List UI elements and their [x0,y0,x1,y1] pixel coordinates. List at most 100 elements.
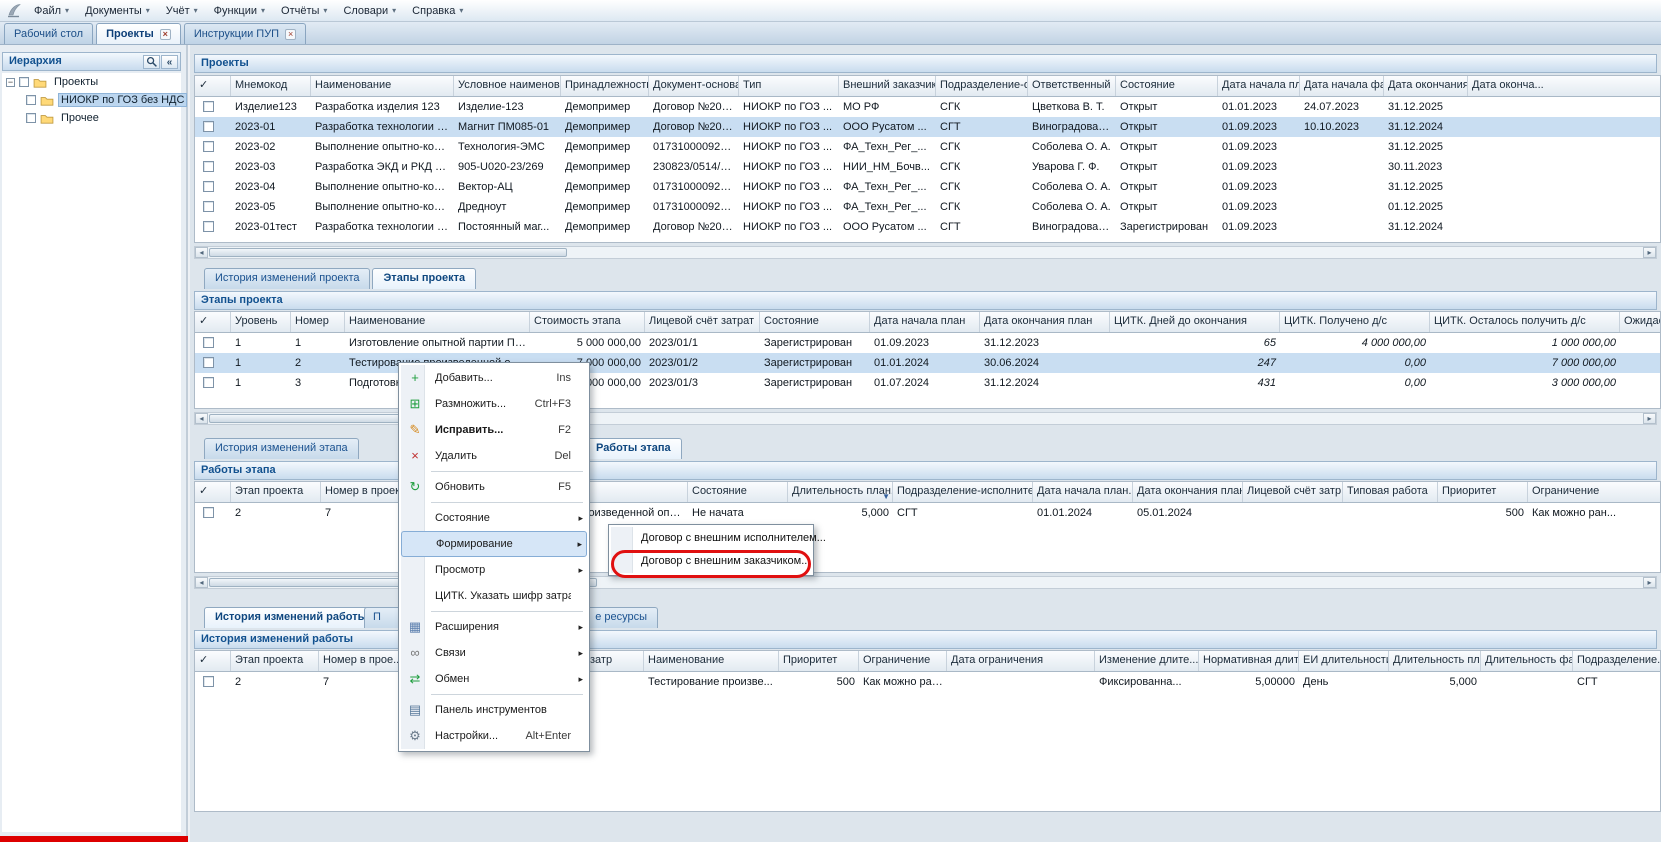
context-menu-item[interactable]: ∞Связи▸ [401,640,587,666]
column-header[interactable]: Состояние [1116,76,1218,96]
context-menu-item[interactable]: ▦Расширения▸ [401,614,587,640]
column-header[interactable]: Уровень [231,312,291,332]
context-menu-item[interactable]: +Добавить...Ins [401,365,587,391]
column-header[interactable]: Этап проекта [231,482,321,502]
scroll-left-button[interactable]: ◂ [195,577,208,588]
column-header[interactable]: Приоритет [779,651,859,671]
row-checkbox[interactable] [203,337,214,348]
context-menu-item[interactable]: Состояние▸ [401,505,587,531]
tab-work-change-history[interactable]: История изменений работы [204,607,378,628]
column-header[interactable]: Ограничение [1528,482,1661,502]
scroll-right-button[interactable]: ▸ [1643,413,1656,424]
context-menu-item[interactable]: ↻ОбновитьF5 [401,474,587,500]
row-checkbox[interactable] [203,377,214,388]
table-row[interactable]: 2023-01тестРазработка технологии и...Пос… [195,217,1660,237]
tree-node-niokr-goz[interactable]: НИОКР по ГОЗ без НДС [2,91,181,109]
column-header[interactable]: Номер [291,312,345,332]
row-checkbox[interactable] [203,141,214,152]
row-checkbox[interactable] [203,161,214,172]
column-header[interactable]: Стоимость этапа [530,312,645,332]
context-menu-item[interactable]: ▤Панель инструментов [401,697,587,723]
tree-node-projects[interactable]: − Проекты [2,73,181,91]
column-header[interactable]: Условное наименова... [454,76,561,96]
table-row[interactable]: 2023-04Выполнение опытно-конс...Вектор-А… [195,177,1660,197]
scroll-left-button[interactable]: ◂ [195,413,208,424]
column-header[interactable]: Ограничение [859,651,947,671]
menu-reports[interactable]: Отчёты▾ [273,0,335,22]
column-header[interactable]: Лицевой счёт затрат [645,312,760,332]
column-header[interactable]: Лицевой счёт затр... [1243,482,1343,502]
context-menu-item[interactable]: ✎Исправить...F2 [401,417,587,443]
menu-dictionaries[interactable]: Словари▾ [335,0,404,22]
row-checkbox[interactable] [203,101,214,112]
row-checkbox[interactable] [203,221,214,232]
column-header[interactable]: Документ-основан... [649,76,739,96]
row-checkbox[interactable] [203,121,214,132]
column-header[interactable]: ✓ [195,651,231,671]
scroll-left-button[interactable]: ◂ [195,247,208,258]
context-menu-item[interactable]: ×УдалитьDel [401,443,587,469]
tab-projects[interactable]: Проекты× [96,23,181,44]
column-header[interactable]: Наименование [345,312,530,332]
column-header[interactable]: Дата начала факт. [1300,76,1384,96]
column-header[interactable]: Дата начала план. [1218,76,1300,96]
column-header[interactable]: Номер в прое... [319,651,403,671]
column-header[interactable]: Мнемокод [231,76,311,96]
column-header[interactable]: Длительность пла... [1389,651,1481,671]
column-header[interactable]: Дата окончания план [1133,482,1243,502]
tree-checkbox[interactable] [19,77,29,87]
row-checkbox[interactable] [203,676,214,687]
tab-project-change-history[interactable]: История изменений проекта [204,268,370,289]
column-header[interactable]: ✓ [195,482,231,502]
table-row[interactable]: 2023-03Разработка ЭКД и РКД н...905-U020… [195,157,1660,177]
column-header[interactable]: Принадлежность [561,76,649,96]
scrollbar-thumb[interactable] [209,248,567,257]
column-header[interactable]: Приоритет [1438,482,1528,502]
column-header[interactable]: Подразделение... [1573,651,1661,671]
context-menu-item[interactable]: Формирование▸ [401,531,587,557]
menu-file[interactable]: Файл▾ [26,0,77,22]
tree-node-other[interactable]: Прочее [2,109,181,127]
close-tab-icon[interactable]: × [285,29,296,40]
tab-desktop[interactable]: Рабочий стол [4,23,93,44]
context-menu-item[interactable]: ⚙Настройки...Alt+Enter [401,723,587,749]
tree-checkbox[interactable] [26,113,36,123]
table-row[interactable]: 2023-02Выполнение опытно-конс...Технолог… [195,137,1660,157]
context-menu-item[interactable]: Просмотр▸ [401,557,587,583]
column-header[interactable]: Состояние [760,312,870,332]
filter-icon[interactable]: ▼ [882,487,890,502]
column-header[interactable]: Наименование [644,651,779,671]
table-row[interactable]: Изделие123Разработка изделия 123Изделие-… [195,97,1660,117]
search-icon[interactable] [143,55,160,69]
scroll-right-button[interactable]: ▸ [1643,577,1656,588]
tab-project-stages[interactable]: Этапы проекта [372,268,476,289]
column-header[interactable]: Дата оконча... [1468,76,1661,96]
column-header[interactable]: Тип [739,76,839,96]
column-header[interactable]: Ответственный [1028,76,1116,96]
column-header[interactable]: Ожидае... [1620,312,1661,332]
tab-stage-works[interactable]: Работы этапа [585,438,682,459]
column-header[interactable]: Состояние [688,482,788,502]
menu-documents[interactable]: Документы▾ [77,0,158,22]
column-header[interactable]: Типовая работа [1343,482,1438,502]
column-header[interactable]: ЕИ длительности [1299,651,1389,671]
column-header[interactable]: ✓ [195,76,231,96]
column-header[interactable]: ЦИТК. Дней до окончания [1110,312,1280,332]
projects-horizontal-scrollbar[interactable]: ◂ ▸ [194,246,1657,259]
menu-accounting[interactable]: Учёт▾ [158,0,206,22]
column-header[interactable]: Дата начала план. [1033,482,1133,502]
column-header[interactable]: Наименование [311,76,454,96]
column-header[interactable]: ✓ [195,312,231,332]
column-header[interactable]: Подразделение-от... [936,76,1028,96]
collapse-node-icon[interactable]: − [6,78,15,87]
tab-stage-change-history[interactable]: История изменений этапа [204,438,359,459]
context-menu-item[interactable]: ⇄Обмен▸ [401,666,587,692]
scroll-right-button[interactable]: ▸ [1643,247,1656,258]
column-header[interactable]: Этап проекта [231,651,319,671]
row-checkbox[interactable] [203,201,214,212]
column-header[interactable]: Дата окончания план [980,312,1110,332]
close-tab-icon[interactable]: × [160,29,171,40]
column-header[interactable]: Нормативная длит... [1199,651,1299,671]
row-checkbox[interactable] [203,507,214,518]
submenu-item[interactable]: Договор с внешним заказчиком... [611,550,811,573]
